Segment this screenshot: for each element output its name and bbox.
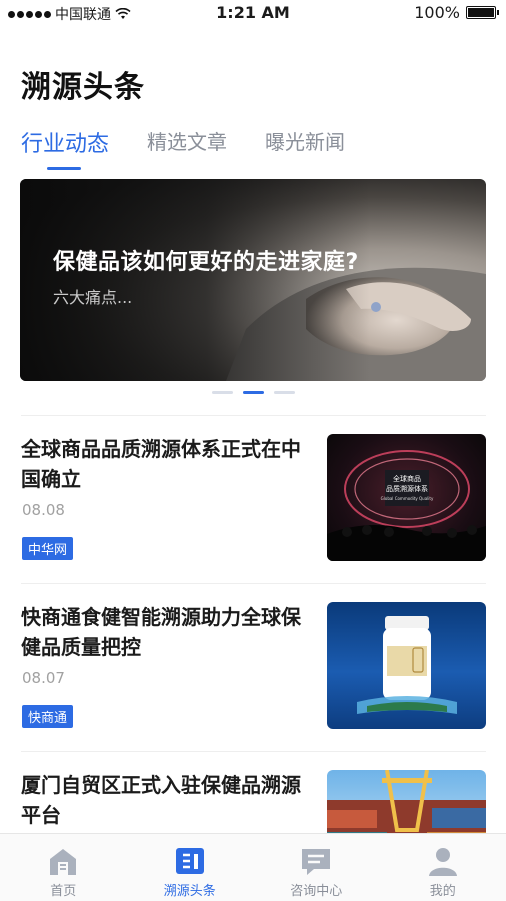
news-thumbnail[interactable] bbox=[327, 602, 486, 729]
status-right: 100% bbox=[414, 3, 496, 22]
tab-exposure-news[interactable]: 曝光新闻 bbox=[265, 126, 345, 158]
chat-icon bbox=[299, 844, 333, 878]
nav-news[interactable]: 溯源头条 bbox=[127, 834, 254, 901]
nav-home[interactable]: 首页 bbox=[0, 834, 127, 901]
carousel-dot[interactable] bbox=[274, 391, 295, 394]
category-tabs: 行业动态 精选文章 曝光新闻 bbox=[21, 126, 345, 158]
news-date: 08.08 bbox=[22, 501, 65, 519]
banner-overlay bbox=[20, 179, 486, 381]
battery-icon bbox=[466, 6, 496, 19]
news-item[interactable]: 快商通食健智能溯源助力全球保健品质量把控 08.07 快商通 bbox=[0, 583, 506, 751]
news-date: 08.07 bbox=[22, 669, 65, 687]
supplement-bottle-image bbox=[327, 602, 486, 729]
nav-news-label: 溯源头条 bbox=[127, 880, 254, 899]
nav-profile-label: 我的 bbox=[380, 880, 506, 899]
carousel-indicator bbox=[212, 391, 295, 394]
news-thumbnail[interactable]: 全球商品 品质溯源体系 Global Commodity Quality bbox=[327, 434, 486, 561]
news-source-tag: 快商通 bbox=[22, 705, 73, 728]
banner-subtitle: 六大痛点... bbox=[53, 284, 132, 308]
news-thumbnail[interactable] bbox=[327, 770, 486, 833]
stage-text-1: 全球商品 bbox=[393, 474, 421, 483]
nav-consult-label: 咨询中心 bbox=[253, 880, 380, 899]
bottom-tab-bar: 首页 溯源头条 咨询中心 我的 bbox=[0, 833, 506, 901]
page-title: 溯源头条 bbox=[21, 62, 145, 106]
port-image bbox=[327, 770, 486, 833]
banner-carousel[interactable]: 保健品该如何更好的走进家庭? 六大痛点... bbox=[20, 179, 486, 381]
news-item[interactable]: 全球商品品质溯源体系正式在中国确立 08.08 中华网 全球商品 品质溯源体系 … bbox=[0, 415, 506, 583]
tab-featured-articles[interactable]: 精选文章 bbox=[147, 126, 227, 158]
news-source-tag: 中华网 bbox=[22, 537, 73, 560]
nav-consult[interactable]: 咨询中心 bbox=[253, 834, 380, 901]
status-bar: 中国联通 1:21 AM 100% bbox=[0, 0, 506, 28]
news-title[interactable]: 厦门自贸区正式入驻保健品溯源平台 bbox=[21, 770, 311, 830]
nav-profile[interactable]: 我的 bbox=[380, 834, 506, 901]
stage-text-2: 品质溯源体系 bbox=[386, 484, 428, 493]
battery-percent: 100% bbox=[414, 3, 460, 22]
tab-industry-news[interactable]: 行业动态 bbox=[21, 126, 109, 158]
stage-image: 全球商品 品质溯源体系 Global Commodity Quality bbox=[327, 434, 486, 561]
divider bbox=[21, 751, 486, 752]
home-icon bbox=[46, 844, 80, 878]
user-icon bbox=[426, 844, 460, 878]
carousel-dot[interactable] bbox=[212, 391, 233, 394]
news-title[interactable]: 快商通食健智能溯源助力全球保健品质量把控 bbox=[21, 602, 311, 662]
news-title[interactable]: 全球商品品质溯源体系正式在中国确立 bbox=[21, 434, 311, 494]
carousel-dot-active[interactable] bbox=[243, 391, 264, 394]
nav-home-label: 首页 bbox=[0, 880, 127, 899]
banner-title: 保健品该如何更好的走进家庭? bbox=[53, 244, 359, 276]
divider bbox=[21, 583, 486, 584]
stage-text-3: Global Commodity Quality bbox=[381, 496, 434, 501]
news-item[interactable]: 厦门自贸区正式入驻保健品溯源平台 bbox=[0, 751, 506, 833]
divider bbox=[21, 415, 486, 416]
news-icon bbox=[173, 844, 207, 878]
